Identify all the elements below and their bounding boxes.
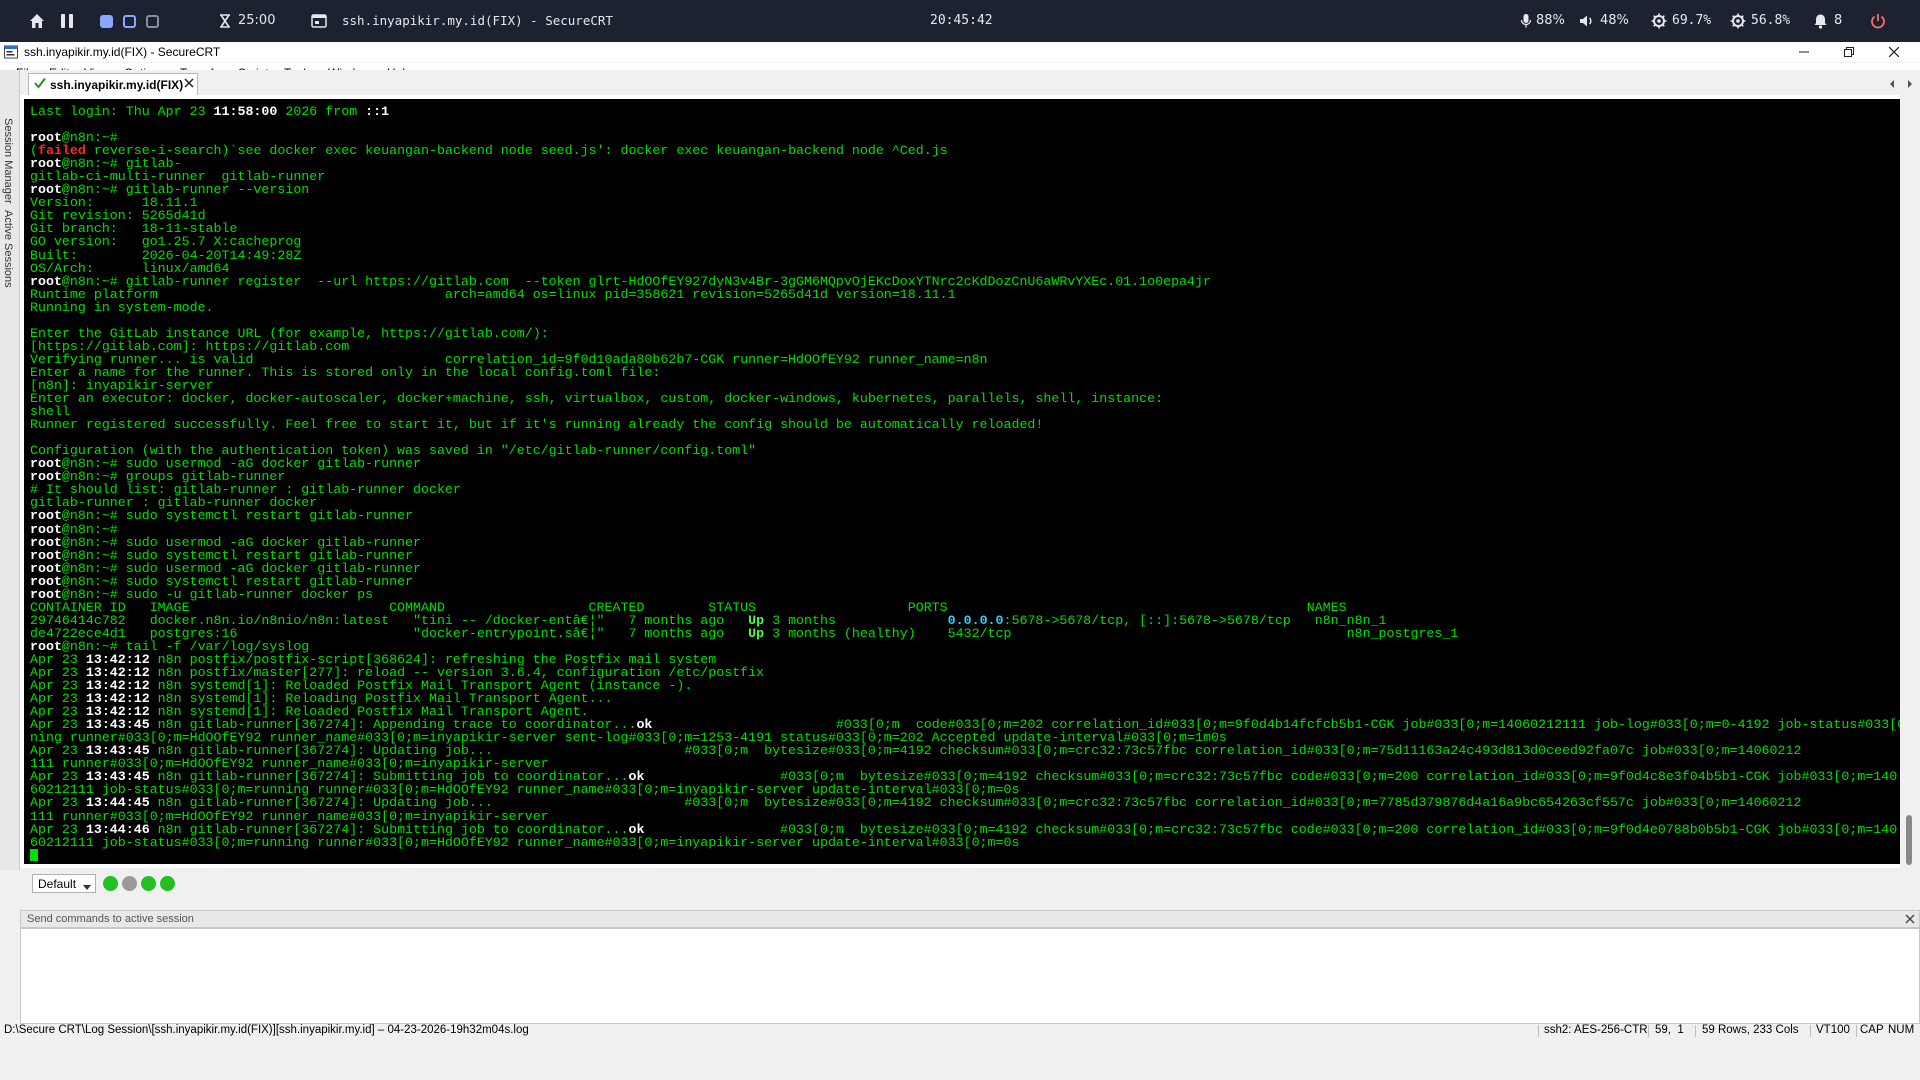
emulation-mode: VT100	[1816, 1024, 1850, 1036]
terminal-line: Runner registered successfully. Feel fre…	[30, 418, 1900, 431]
terminal-text: Last login: Thu Apr 23	[30, 104, 214, 119]
terminal-line: root@n8n:~# sudo systemctl restart gitla…	[30, 509, 1900, 522]
terminal-cursor	[30, 848, 38, 861]
close-tab-icon[interactable]	[184, 77, 194, 91]
close-window-button[interactable]	[1874, 42, 1914, 62]
clock[interactable]: 20:45:42	[930, 13, 993, 28]
tab-label: ssh.inyapikir.my.id(FIX)	[50, 78, 184, 92]
scrollbar-thumb[interactable]	[1906, 815, 1912, 865]
command-window-input[interactable]	[20, 928, 1920, 1024]
terminal-size: 59 Rows, 233 Cols	[1702, 1024, 1799, 1036]
terminal-line: Git revision: 5265d41d	[30, 209, 1900, 222]
button-bar: Default	[20, 872, 1920, 896]
terminal-cursor-line	[30, 848, 1900, 862]
terminal-line: Enter an executor: docker, docker-autosc…	[30, 392, 1900, 405]
tab-session[interactable]: ssh.inyapikir.my.id(FIX)	[28, 73, 198, 95]
button-bar-select-value: Default	[38, 877, 77, 891]
terminal-view[interactable]: Last login: Thu Apr 23 11:58:00 2026 fro…	[20, 95, 1900, 868]
terminal-line: de4722ece4d1 postgres:16 "docker-entrypo…	[30, 627, 1900, 640]
terminal-line: Running in system-mode.	[30, 301, 1900, 314]
power-icon[interactable]	[1866, 9, 1890, 33]
terminal-text: Up	[748, 625, 765, 641]
pause-icon[interactable]	[55, 9, 79, 33]
terminal-text: Running in system-mode.	[30, 299, 214, 315]
mic-level: 88%	[1536, 13, 1565, 28]
connected-check-icon	[34, 77, 46, 92]
command-window-title: Send commands to active session	[27, 913, 194, 925]
maximize-button[interactable]	[1829, 42, 1869, 62]
terminal-line: Runtime platform arch=amd64 os=linux pid…	[30, 288, 1900, 301]
terminal-text: Enter an executor: docker, docker-autosc…	[30, 391, 1164, 407]
terminal-scrollbar[interactable]	[1900, 95, 1920, 868]
status-dot-green-2[interactable]	[141, 876, 156, 891]
volume-icon[interactable]	[1575, 9, 1599, 33]
notification-count: 8	[1834, 13, 1843, 28]
hourglass-icon	[213, 9, 237, 33]
status-dot-gray[interactable]	[122, 876, 137, 891]
active-sessions-tab[interactable]: Active Sessions	[2, 210, 14, 288]
side-panel: Session Manager Active Sessions	[0, 70, 20, 870]
cipher-info: ssh2: AES-256-CTR	[1544, 1024, 1648, 1036]
button-bar-select[interactable]: Default	[32, 874, 96, 893]
microphone-icon[interactable]	[1514, 9, 1538, 33]
terminal-text: 11:58:00	[213, 104, 278, 119]
log-file-path: D:\Secure CRT\Log Session\[ssh.inyapikir…	[4, 1024, 529, 1036]
terminal-line: Enter a name for the runner. This is sto…	[30, 366, 1900, 379]
caps-lock-indicator: CAP	[1860, 1024, 1884, 1036]
terminal-line: gitlab-ci-multi-runner gitlab-runner	[30, 170, 1900, 183]
status-dot-green-3[interactable]	[160, 876, 175, 891]
terminal-line: (failed reverse-i-search)`see docker exe…	[30, 144, 1900, 157]
terminal-line: Version: 18.11.1	[30, 196, 1900, 209]
chevron-down-icon	[83, 880, 91, 894]
tab-scroll-left-icon[interactable]	[1888, 76, 1896, 94]
pomodoro-timer[interactable]: 25:00	[238, 13, 275, 28]
workspace-3-icon[interactable]	[140, 9, 164, 33]
memory-icon	[1726, 9, 1750, 33]
terminal-text: 2026 from	[277, 104, 366, 119]
terminal-text: Runner registered successfully. Feel fre…	[30, 417, 1044, 433]
terminal-text: reverse-i-search)`see docker exec keuang…	[85, 143, 948, 159]
num-lock-indicator: NUM	[1888, 1024, 1915, 1036]
terminal-line: Git branch: 18-11-stable	[30, 222, 1900, 235]
cursor-position: 59, 1	[1655, 1024, 1684, 1036]
memory-usage: 56.8%	[1751, 13, 1791, 28]
terminal-line: root@n8n:~# sudo usermod -aG docker gitl…	[30, 457, 1900, 470]
title-bar: ssh.inyapikir.my.id(FIX) - SecureCRT	[0, 42, 1920, 62]
terminal-app-icon	[307, 9, 331, 33]
window-title: ssh.inyapikir.my.id(FIX) - SecureCRT	[24, 45, 221, 59]
session-tab-bar: ssh.inyapikir.my.id(FIX)	[20, 70, 1920, 95]
session-manager-tab[interactable]: Session Manager	[2, 118, 14, 204]
volume-level: 48%	[1600, 13, 1629, 28]
bell-icon[interactable]	[1808, 9, 1832, 33]
os-taskbar: 25:00 ssh.inyapikir.my.id(FIX) - SecureC…	[0, 0, 1920, 42]
cpu-usage: 69.7%	[1672, 13, 1712, 28]
terminal-line: 60212111 job-status#033[0;m=running runn…	[30, 834, 1900, 850]
command-window-header: Send commands to active session	[20, 910, 1920, 928]
tab-scroll-right-icon[interactable]	[1906, 76, 1914, 94]
terminal-text: 3 months (healthy) 5432/tcp n8n_postgres…	[764, 625, 1459, 641]
status-dot-green-1[interactable]	[103, 876, 118, 891]
status-bar: D:\Secure CRT\Log Session\[ssh.inyapikir…	[0, 1024, 1920, 1038]
terminal-text: ::1	[365, 104, 390, 119]
terminal-line: Last login: Thu Apr 23 11:58:00 2026 fro…	[30, 105, 1900, 118]
home-icon[interactable]	[25, 9, 49, 33]
active-window-title: ssh.inyapikir.my.id(FIX) - SecureCRT	[342, 13, 613, 28]
close-command-window-icon[interactable]	[1905, 914, 1915, 927]
securecrt-app-icon[interactable]	[4, 45, 18, 59]
terminal-line: root@n8n:~# gitlab-runner --version	[30, 183, 1900, 196]
terminal-line: GO version: go1.25.7 X:cacheprog	[30, 235, 1900, 248]
cpu-icon	[1647, 9, 1671, 33]
workspace-1-icon[interactable]	[94, 9, 118, 33]
minimize-button[interactable]	[1784, 42, 1824, 62]
workspace-2-icon[interactable]	[117, 9, 141, 33]
terminal-line: Built: 2026-04-20T14:49:28Z	[30, 248, 1900, 261]
terminal-text: 60212111 job-status#033[0;m=running runn…	[30, 834, 1020, 850]
terminal-output: Last login: Thu Apr 23 11:58:00 2026 fro…	[30, 105, 1900, 862]
